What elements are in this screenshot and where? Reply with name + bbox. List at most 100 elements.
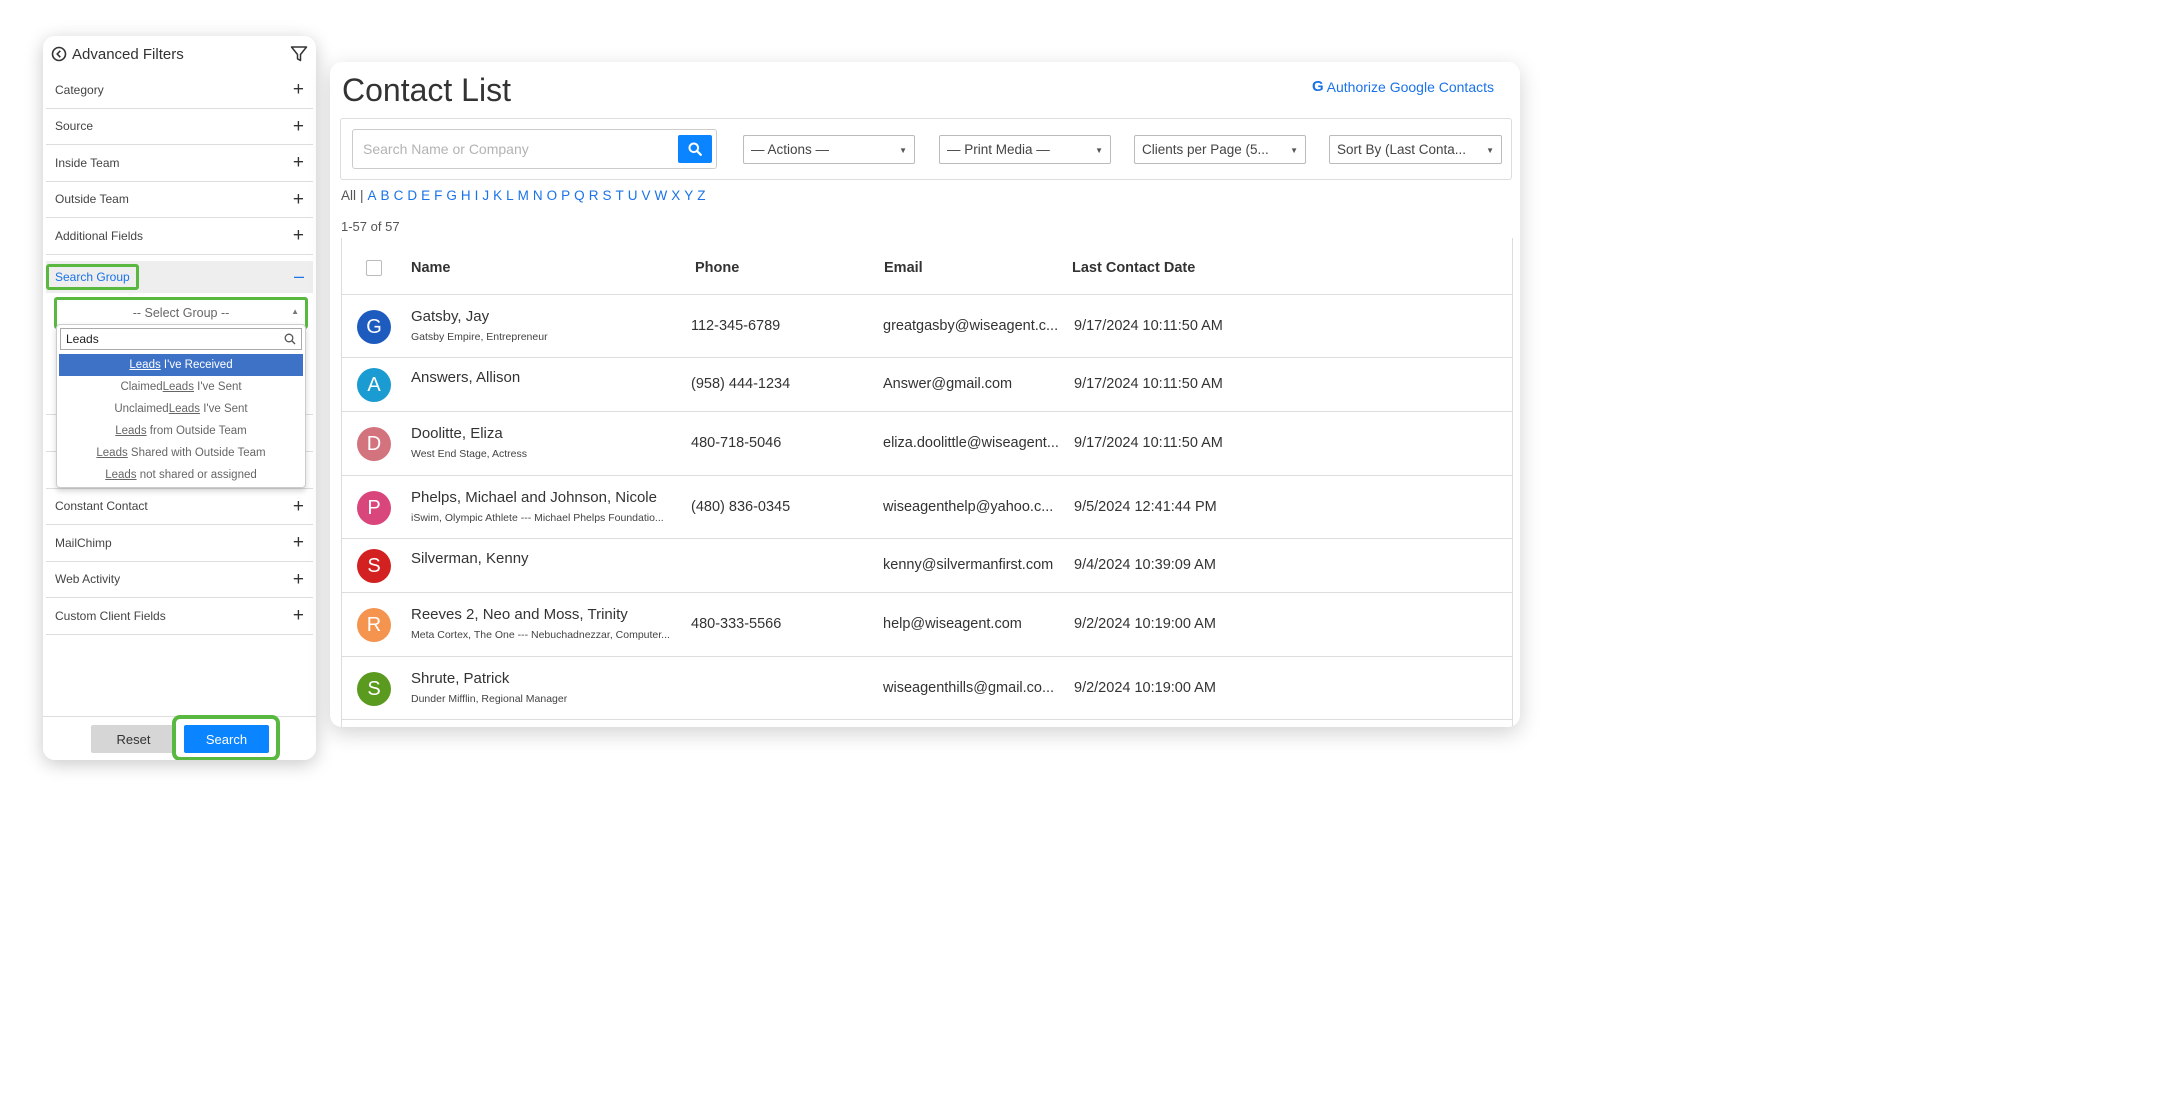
filter-icon[interactable] (290, 45, 308, 63)
contact-search-button[interactable] (678, 135, 712, 163)
group-option[interactable]: Leads Shared with Outside Team (57, 442, 305, 464)
alpha-letter[interactable]: Y (684, 188, 693, 203)
filter-category[interactable]: Category + (46, 72, 313, 109)
column-last-contact[interactable]: Last Contact Date (1072, 260, 1195, 276)
group-option[interactable]: Claimed Leads I've Sent (57, 376, 305, 398)
column-phone[interactable]: Phone (695, 260, 739, 276)
contact-email[interactable]: wiseagenthills@gmail.co... (883, 680, 1065, 696)
filter-search-group[interactable]: Search Group – (46, 260, 313, 293)
alpha-letter[interactable]: M (518, 188, 529, 203)
table-row[interactable]: G Gatsby, Jay Gatsby Empire, Entrepreneur 1… (342, 295, 1512, 358)
contact-name[interactable]: Gatsby, Jay (411, 308, 489, 325)
plus-icon[interactable]: + (293, 226, 304, 245)
table-row[interactable]: S Shrute, Patrick Dunder Mifflin, Regional… (342, 657, 1512, 720)
plus-icon[interactable]: + (293, 533, 304, 552)
filter-constant-contact[interactable]: Constant Contact + (46, 489, 313, 525)
contact-name[interactable]: Answers, Allison (411, 369, 520, 386)
avatar[interactable]: R (357, 608, 391, 642)
dropdown-search-input[interactable]: Leads (60, 328, 302, 350)
alpha-letter[interactable]: A (368, 188, 377, 203)
avatar[interactable]: A (357, 368, 391, 402)
reset-button[interactable]: Reset (91, 725, 176, 753)
alpha-letter[interactable]: U (628, 188, 638, 203)
alpha-letter[interactable]: D (407, 188, 417, 203)
plus-icon[interactable]: + (293, 190, 304, 209)
table-row[interactable]: R Reeves 2, Neo and Moss, Trinity Meta Cor… (342, 593, 1512, 657)
alpha-letter[interactable]: L (506, 188, 514, 203)
alpha-letter[interactable]: F (434, 188, 442, 203)
group-option[interactable]: Leads not shared or assigned (57, 464, 305, 486)
alpha-letter[interactable]: S (602, 188, 611, 203)
print-media-select[interactable]: — Print Media — ▼ (939, 135, 1111, 164)
contact-email[interactable]: kenny@silvermanfirst.com (883, 557, 1065, 573)
filter-additional-fields[interactable]: Additional Fields + (46, 218, 313, 255)
search-group-label[interactable]: Search Group (46, 263, 139, 290)
select-all-checkbox[interactable] (366, 260, 382, 276)
alpha-letter[interactable]: T (615, 188, 623, 203)
contact-name[interactable]: Doolitte, Eliza (411, 425, 503, 442)
alpha-letter[interactable]: K (493, 188, 502, 203)
alpha-letter[interactable]: N (533, 188, 543, 203)
alpha-letter[interactable]: E (421, 188, 430, 203)
alpha-letter[interactable]: J (482, 188, 489, 203)
filter-inside-team[interactable]: Inside Team + (46, 145, 313, 182)
alpha-all[interactable]: All (341, 188, 356, 203)
group-option[interactable]: Leads I've Received (59, 354, 303, 376)
group-option[interactable]: Unclaimed Leads I've Sent (57, 398, 305, 420)
contact-name[interactable]: Reeves 2, Neo and Moss, Trinity (411, 606, 628, 623)
alpha-letter[interactable]: H (461, 188, 471, 203)
contact-email[interactable]: help@wiseagent.com (883, 616, 1065, 632)
plus-icon[interactable]: + (293, 606, 304, 625)
filter-source[interactable]: Source + (46, 109, 313, 145)
contact-email[interactable]: wiseagenthelp@yahoo.c... (883, 499, 1065, 515)
alpha-letter[interactable]: O (547, 188, 558, 203)
column-email[interactable]: Email (884, 260, 923, 276)
plus-icon[interactable]: + (293, 570, 304, 589)
contact-name[interactable]: Shrute, Patrick (411, 670, 509, 687)
contact-name[interactable]: Silverman, Kenny (411, 550, 529, 567)
plus-icon[interactable]: + (293, 80, 304, 99)
contact-company: Dunder Mifflin, Regional Manager (411, 693, 568, 705)
contact-email[interactable]: Answer@gmail.com (883, 376, 1065, 392)
avatar[interactable]: S (357, 549, 391, 583)
plus-icon[interactable]: + (293, 497, 304, 516)
filter-outside-team[interactable]: Outside Team + (46, 182, 313, 218)
alpha-letter[interactable]: G (446, 188, 457, 203)
table-row[interactable]: S Silverman, Kenny kenny@silvermanfirst.co… (342, 539, 1512, 593)
table-row[interactable]: P Phelps, Michael and Johnson, Nicole iSwi… (342, 476, 1512, 539)
authorize-google-link[interactable]: G Authorize Google Contacts (1312, 78, 1494, 95)
contact-name[interactable]: Phelps, Michael and Johnson, Nicole (411, 489, 657, 506)
avatar[interactable]: G (357, 310, 391, 344)
alpha-letter[interactable]: P (561, 188, 570, 203)
sort-by-select[interactable]: Sort By (Last Conta... ▼ (1329, 135, 1502, 164)
contact-email[interactable]: eliza.doolittle@wiseagent... (883, 435, 1065, 451)
alpha-letter[interactable]: V (641, 188, 650, 203)
avatar[interactable]: S (357, 672, 391, 706)
alpha-letter[interactable]: Q (574, 188, 585, 203)
alpha-letter[interactable]: B (381, 188, 390, 203)
table-row[interactable]: D Doolitte, Eliza West End Stage, Actress 4… (342, 412, 1512, 476)
plus-icon[interactable]: + (293, 153, 304, 172)
group-option[interactable]: Leads from Outside Team (57, 420, 305, 442)
plus-icon[interactable]: + (293, 117, 304, 136)
filter-mailchimp[interactable]: MailChimp + (46, 525, 313, 562)
alpha-letter[interactable]: C (394, 188, 404, 203)
minus-icon[interactable]: – (294, 266, 304, 287)
alpha-letter[interactable]: Z (697, 188, 705, 203)
alpha-letter[interactable]: W (654, 188, 667, 203)
contact-search-input[interactable] (353, 130, 678, 168)
column-name[interactable]: Name (411, 260, 451, 276)
alpha-letter[interactable]: R (589, 188, 599, 203)
filter-custom-client-fields[interactable]: Custom Client Fields + (46, 598, 313, 635)
alpha-letter[interactable]: I (475, 188, 479, 203)
table-row[interactable]: A Answers, Allison (958) 444-1234 Answer@gm… (342, 358, 1512, 412)
actions-select[interactable]: — Actions — ▼ (743, 135, 915, 164)
clients-per-page-select[interactable]: Clients per Page (5... ▼ (1134, 135, 1306, 164)
avatar[interactable]: P (357, 491, 391, 525)
filter-web-activity[interactable]: Web Activity + (46, 562, 313, 598)
contact-email[interactable]: greatgasby@wiseagent.c... (883, 318, 1065, 334)
alpha-letter[interactable]: X (671, 188, 680, 203)
back-button[interactable]: Advanced Filters (51, 46, 184, 63)
search-button[interactable]: Search (184, 725, 269, 753)
avatar[interactable]: D (357, 427, 391, 461)
